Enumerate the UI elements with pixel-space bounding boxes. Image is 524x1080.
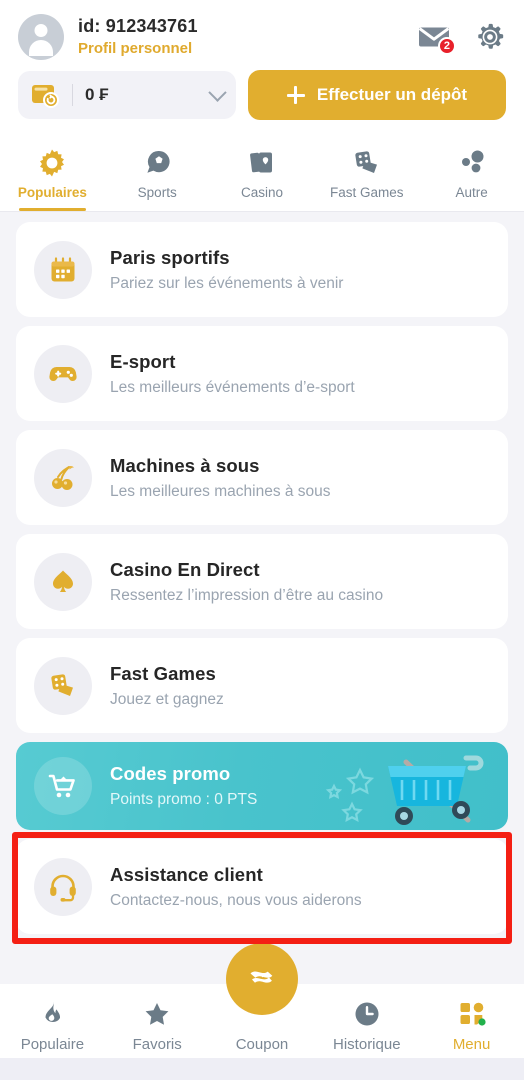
plus-icon <box>286 86 305 104</box>
bottom-nav-label: Menu <box>452 1036 491 1053</box>
app-header: id: 912343761 Profil personnel 2 0 ₣ Eff… <box>0 0 524 134</box>
list-item-title: Machines à sous <box>110 454 260 476</box>
header-top-row: id: 912343761 Profil personnel 2 <box>18 10 506 64</box>
avatar-head-shape <box>34 24 48 37</box>
list-item-text: Casino En Direct Ressentez l’impression … <box>110 559 383 605</box>
spade-icon <box>34 552 92 611</box>
wallet-balance-value: 0 ₣ <box>85 85 109 104</box>
header-bottom-row: 0 ₣ Effectuer un dépôt <box>18 70 506 120</box>
make-deposit-button[interactable]: Effectuer un dépôt <box>248 70 506 120</box>
ticket-icon <box>250 971 273 983</box>
tab-label: Populaires <box>17 185 87 200</box>
list-item-subtitle: Jouez et gagnez <box>110 690 224 708</box>
dice-icon <box>314 146 419 180</box>
list-item-paris-sportifs[interactable]: Paris sportifs Pariez sur les événements… <box>16 222 508 317</box>
list-item-fast-games[interactable]: Fast Games Jouez et gagnez <box>16 638 508 733</box>
settings-button[interactable] <box>474 21 506 53</box>
category-list: Paris sportifs Pariez sur les événements… <box>0 212 524 984</box>
cards-icon <box>210 146 315 180</box>
promo-title: Codes promo <box>110 763 231 784</box>
bottom-nav-label: Coupon <box>235 1036 289 1053</box>
star-icon <box>105 998 210 1030</box>
wallet-balance-selector[interactable]: 0 ₣ <box>18 71 236 119</box>
avatar[interactable] <box>18 14 64 60</box>
list-item-title: Paris sportifs <box>110 246 230 268</box>
gear-icon <box>478 23 504 49</box>
grid-icon <box>419 998 524 1030</box>
system-navigation-bar <box>0 1058 524 1080</box>
avatar-body-shape <box>29 40 53 56</box>
list-item-subtitle: Pariez sur les événements à venir <box>110 274 344 292</box>
promo-text: Codes promo Points promo : 0 PTS <box>110 763 257 809</box>
list-item-title: Assistance client <box>110 863 263 885</box>
gamepad-icon <box>34 344 92 403</box>
list-item-machines-a-sous[interactable]: Machines à sous Les meilleures machines … <box>16 430 508 525</box>
bottom-nav-label: Populaire <box>20 1036 85 1053</box>
tab-populaires[interactable]: Populaires <box>0 138 105 211</box>
shopping-cart-illustration <box>325 755 484 825</box>
calendar-icon <box>34 240 92 299</box>
header-actions: 2 <box>418 21 506 55</box>
list-item-subtitle: Les meilleurs événements d’e-sport <box>110 378 355 396</box>
list-item-subtitle: Les meilleures machines à sous <box>110 482 331 500</box>
list-item-subtitle: Ressentez l’impression d’être au casino <box>110 586 384 604</box>
shopping-cart-icon <box>34 757 92 815</box>
bottom-navigation: Populaire Favoris Coupon Historique Menu <box>0 943 524 1080</box>
personal-profile-link[interactable]: Profil personnel <box>78 40 198 59</box>
bottom-nav-favoris[interactable]: Favoris <box>105 998 210 1053</box>
list-item-text: Assistance client Contactez-nous, nous v… <box>110 864 362 910</box>
wallet-icon <box>32 85 59 108</box>
list-item-subtitle: Contactez-nous, nous vous aiderons <box>110 891 362 909</box>
list-item-e-sport[interactable]: E-sport Les meilleurs événements d’e-spo… <box>16 326 508 421</box>
mail-button[interactable]: 2 <box>418 22 456 55</box>
sunburst-icon <box>0 146 105 180</box>
bottom-nav-menu[interactable]: Menu <box>419 998 524 1053</box>
dice-icon <box>34 656 92 715</box>
tab-casino[interactable]: Casino <box>210 138 315 211</box>
clock-icon <box>314 998 419 1030</box>
tab-autre[interactable]: Autre <box>419 138 524 211</box>
chevron-down-icon <box>208 82 227 102</box>
flame-icon <box>0 998 105 1030</box>
user-identity-block: id: 912343761 Profil personnel <box>78 15 198 58</box>
headset-icon <box>34 857 92 916</box>
list-item-casino-en-direct[interactable]: Casino En Direct Ressentez l’impression … <box>16 534 508 629</box>
list-item-text: E-sport Les meilleurs événements d’e-spo… <box>110 351 355 397</box>
tab-label: Casino <box>240 185 283 200</box>
category-tabs: Populaires Sports Casino Fast Games Autr… <box>0 134 524 212</box>
bottom-nav-label: Historique <box>333 1036 401 1053</box>
list-item-assistance-client[interactable]: Assistance client Contactez-nous, nous v… <box>16 839 508 934</box>
football-icon <box>105 146 210 180</box>
app-root: id: 912343761 Profil personnel 2 0 ₣ Eff… <box>0 0 524 1080</box>
tab-label: Fast Games <box>330 185 404 200</box>
coupon-fab-button[interactable] <box>226 943 298 1015</box>
cherry-icon <box>34 448 92 507</box>
tab-fast-games[interactable]: Fast Games <box>314 138 419 211</box>
tab-sports[interactable]: Sports <box>105 138 210 211</box>
list-item-text: Paris sportifs Pariez sur les événements… <box>110 247 343 293</box>
tab-label: Autre <box>455 185 488 200</box>
tab-label: Sports <box>137 185 177 200</box>
make-deposit-label: Effectuer un dépôt <box>316 85 468 104</box>
bottom-nav-coupon[interactable]: Coupon <box>210 943 315 1053</box>
promo-subtitle: Points promo : 0 PTS <box>110 791 258 808</box>
dots-icon <box>419 146 524 180</box>
bottom-nav-label: Favoris <box>132 1036 182 1053</box>
promo-codes-banner[interactable]: Codes promo Points promo : 0 PTS <box>16 742 508 830</box>
wallet-divider <box>72 84 73 106</box>
list-item-text: Fast Games Jouez et gagnez <box>110 663 224 709</box>
bottom-nav-historique[interactable]: Historique <box>314 998 419 1053</box>
bottom-nav-populaire[interactable]: Populaire <box>0 998 105 1053</box>
mail-badge: 2 <box>437 37 456 55</box>
list-item-title: Fast Games <box>110 662 216 684</box>
list-item-title: Casino En Direct <box>110 558 260 580</box>
support-row-wrapper: Assistance client Contactez-nous, nous v… <box>12 832 512 944</box>
user-id-label: id: 912343761 <box>78 16 198 37</box>
list-item-text: Machines à sous Les meilleures machines … <box>110 455 331 501</box>
list-item-title: E-sport <box>110 350 176 372</box>
